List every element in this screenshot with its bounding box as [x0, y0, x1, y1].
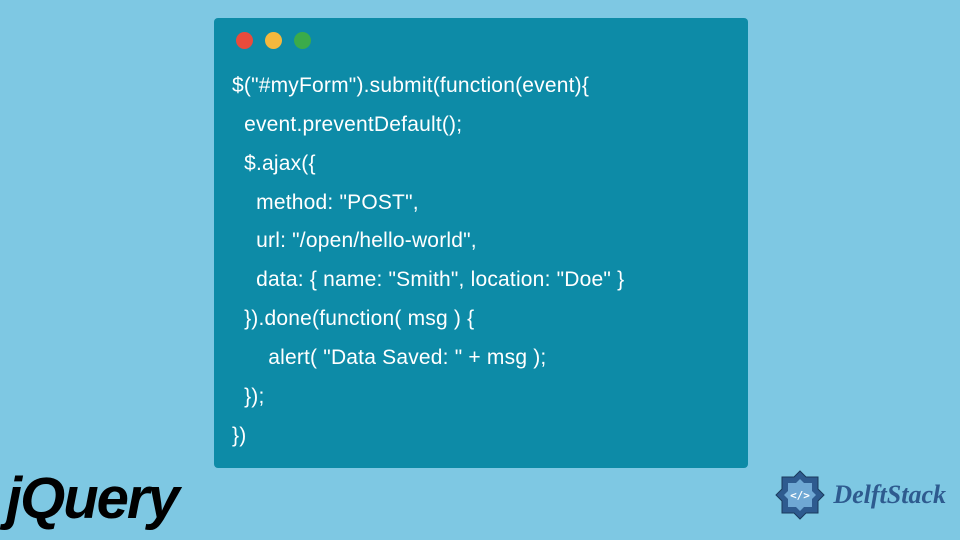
- delftstack-logo: </> DelftStack: [773, 468, 946, 522]
- traffic-lights: [232, 32, 730, 49]
- svg-text:</>: </>: [790, 489, 810, 502]
- jquery-logo: jQuery: [6, 465, 178, 532]
- close-icon: [236, 32, 253, 49]
- maximize-icon: [294, 32, 311, 49]
- delftstack-icon: </>: [773, 468, 827, 522]
- code-window: $("#myForm").submit(function(event){ eve…: [214, 18, 748, 468]
- minimize-icon: [265, 32, 282, 49]
- code-block: $("#myForm").submit(function(event){ eve…: [232, 67, 730, 455]
- delftstack-text: DelftStack: [833, 480, 946, 510]
